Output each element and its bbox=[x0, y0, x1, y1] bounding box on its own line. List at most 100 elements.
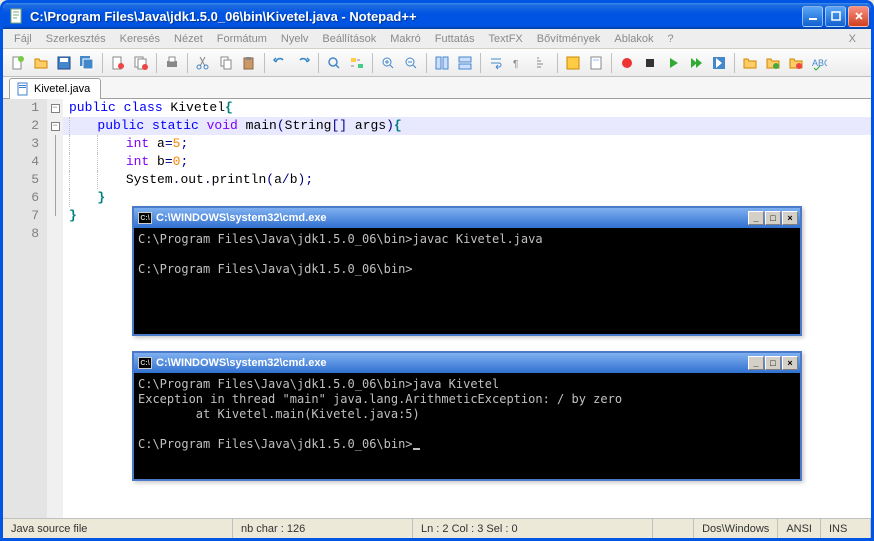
console-titlebar[interactable]: C:\ C:\WINDOWS\system32\cmd.exe _ □ × bbox=[134, 353, 800, 373]
separator bbox=[187, 53, 188, 73]
console-title: C:\WINDOWS\system32\cmd.exe bbox=[156, 212, 748, 224]
console-maximize-button[interactable]: □ bbox=[765, 356, 781, 370]
statusbar: Java source file nb char : 126 Ln : 2 Co… bbox=[3, 518, 871, 538]
new-file-icon[interactable] bbox=[7, 52, 29, 74]
main-window: C:\Program Files\Java\jdk1.5.0_06\bin\Ki… bbox=[0, 0, 874, 541]
titlebar[interactable]: C:\Program Files\Java\jdk1.5.0_06\bin\Ki… bbox=[3, 3, 871, 29]
console-close-button[interactable]: × bbox=[782, 356, 798, 370]
folder-icon-3[interactable] bbox=[785, 52, 807, 74]
play-multi-icon[interactable] bbox=[685, 52, 707, 74]
find-icon[interactable] bbox=[323, 52, 345, 74]
paste-icon[interactable] bbox=[238, 52, 260, 74]
menu-futtatás[interactable]: Futtatás bbox=[428, 31, 482, 47]
cmd-icon: C:\ bbox=[138, 212, 152, 224]
print-icon[interactable] bbox=[161, 52, 183, 74]
replace-icon[interactable] bbox=[346, 52, 368, 74]
menu-nyelv[interactable]: Nyelv bbox=[274, 31, 316, 47]
copy-icon[interactable] bbox=[215, 52, 237, 74]
menu-bővítmények[interactable]: Bővítmények bbox=[530, 31, 608, 47]
doc-map-icon[interactable] bbox=[585, 52, 607, 74]
tab-kivetel[interactable]: Kivetel.java bbox=[9, 78, 101, 99]
separator bbox=[480, 53, 481, 73]
show-all-icon[interactable]: ¶ bbox=[508, 52, 530, 74]
console-minimize-button[interactable]: _ bbox=[748, 356, 764, 370]
sync-h-icon[interactable] bbox=[454, 52, 476, 74]
console-body[interactable]: C:\Program Files\Java\jdk1.5.0_06\bin>ja… bbox=[134, 373, 800, 456]
status-enc: ANSI bbox=[778, 519, 821, 538]
save-icon[interactable] bbox=[53, 52, 75, 74]
console-titlebar[interactable]: C:\ C:\WINDOWS\system32\cmd.exe _ □ × bbox=[134, 208, 800, 228]
spell-icon[interactable]: ABC bbox=[808, 52, 830, 74]
console-window-2[interactable]: C:\ C:\WINDOWS\system32\cmd.exe _ □ × C:… bbox=[132, 351, 802, 481]
status-pos: Ln : 2 Col : 3 Sel : 0 bbox=[413, 519, 653, 538]
redo-icon[interactable] bbox=[292, 52, 314, 74]
stop-icon[interactable] bbox=[639, 52, 661, 74]
cut-icon[interactable] bbox=[192, 52, 214, 74]
zoom-in-icon[interactable] bbox=[377, 52, 399, 74]
minimize-button[interactable] bbox=[802, 6, 823, 27]
console-body[interactable]: C:\Program Files\Java\jdk1.5.0_06\bin>ja… bbox=[134, 228, 800, 281]
menu-beállítások[interactable]: Beállítások bbox=[315, 31, 383, 47]
zoom-out-icon[interactable] bbox=[400, 52, 422, 74]
record-icon[interactable] bbox=[616, 52, 638, 74]
separator bbox=[156, 53, 157, 73]
maximize-button[interactable] bbox=[825, 6, 846, 27]
wordwrap-icon[interactable] bbox=[485, 52, 507, 74]
console-maximize-button[interactable]: □ bbox=[765, 211, 781, 225]
open-folder-icon[interactable] bbox=[30, 52, 52, 74]
separator bbox=[426, 53, 427, 73]
console-minimize-button[interactable]: _ bbox=[748, 211, 764, 225]
close-all-icon[interactable] bbox=[130, 52, 152, 74]
status-mode: INS bbox=[821, 519, 871, 538]
separator bbox=[557, 53, 558, 73]
separator bbox=[734, 53, 735, 73]
code-line[interactable]: public static void main(String[] args){ bbox=[63, 117, 871, 135]
editor-area: 12345678 −− public class Kivetel{ public… bbox=[3, 99, 871, 518]
separator bbox=[372, 53, 373, 73]
save-all-icon[interactable] bbox=[76, 52, 98, 74]
separator bbox=[318, 53, 319, 73]
code-line[interactable]: int b=0; bbox=[63, 153, 871, 171]
status-filetype: Java source file bbox=[3, 519, 233, 538]
folder-icon-2[interactable] bbox=[762, 52, 784, 74]
save-macro-icon[interactable] bbox=[708, 52, 730, 74]
sync-v-icon[interactable] bbox=[431, 52, 453, 74]
menu-?[interactable]: ? bbox=[661, 31, 681, 47]
menubar-x[interactable]: X bbox=[842, 31, 863, 47]
menubar: FájlSzerkesztésKeresésNézetFormátumNyelv… bbox=[3, 29, 871, 49]
menu-ablakok[interactable]: Ablakok bbox=[607, 31, 660, 47]
console-title: C:\WINDOWS\system32\cmd.exe bbox=[156, 357, 748, 369]
code-line[interactable]: } bbox=[63, 189, 871, 207]
status-chars: nb char : 126 bbox=[233, 519, 413, 538]
separator bbox=[102, 53, 103, 73]
close-icon[interactable] bbox=[107, 52, 129, 74]
file-icon bbox=[16, 82, 30, 96]
app-icon bbox=[9, 8, 25, 24]
menu-szerkesztés[interactable]: Szerkesztés bbox=[39, 31, 113, 47]
tabbar: Kivetel.java bbox=[3, 77, 871, 99]
menu-keresés[interactable]: Keresés bbox=[113, 31, 167, 47]
cmd-icon: C:\ bbox=[138, 357, 152, 369]
menu-makró[interactable]: Makró bbox=[383, 31, 428, 47]
lang-icon[interactable] bbox=[562, 52, 584, 74]
folder-icon[interactable] bbox=[739, 52, 761, 74]
tab-label: Kivetel.java bbox=[34, 83, 90, 95]
separator bbox=[611, 53, 612, 73]
close-button[interactable] bbox=[848, 6, 869, 27]
console-window-1[interactable]: C:\ C:\WINDOWS\system32\cmd.exe _ □ × C:… bbox=[132, 206, 802, 336]
menu-nézet[interactable]: Nézet bbox=[167, 31, 210, 47]
status-eol: Dos\Windows bbox=[694, 519, 778, 538]
undo-icon[interactable] bbox=[269, 52, 291, 74]
code-line[interactable]: System.out.println(a/b); bbox=[63, 171, 871, 189]
window-title: C:\Program Files\Java\jdk1.5.0_06\bin\Ki… bbox=[30, 9, 802, 24]
menu-textfx[interactable]: TextFX bbox=[482, 31, 530, 47]
play-icon[interactable] bbox=[662, 52, 684, 74]
menu-fájl[interactable]: Fájl bbox=[7, 31, 39, 47]
fold-gutter[interactable]: −− bbox=[47, 99, 63, 518]
code-line[interactable]: public class Kivetel{ bbox=[63, 99, 871, 117]
menu-formátum[interactable]: Formátum bbox=[210, 31, 274, 47]
code-line[interactable]: int a=5; bbox=[63, 135, 871, 153]
window-controls bbox=[802, 6, 869, 27]
indent-guide-icon[interactable] bbox=[531, 52, 553, 74]
console-close-button[interactable]: × bbox=[782, 211, 798, 225]
